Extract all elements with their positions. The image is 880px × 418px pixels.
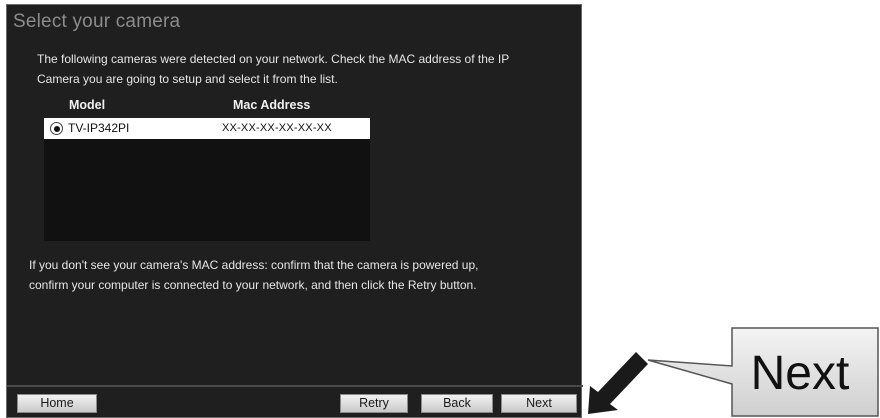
footer-divider: [7, 385, 583, 387]
dialog-title: Select your camera: [13, 11, 181, 32]
home-button[interactable]: Home: [17, 394, 97, 413]
camera-model: TV-IP342PI: [68, 121, 130, 135]
retry-button[interactable]: Retry: [340, 394, 408, 413]
intro-line-2: Camera you are going to setup and select…: [37, 72, 338, 86]
column-header-mac-address: Mac Address: [233, 98, 311, 112]
next-button[interactable]: Next: [501, 394, 577, 413]
camera-mac-address: XX-XX-XX-XX-XX-XX: [222, 122, 332, 134]
camera-list[interactable]: TV-IP342PI XX-XX-XX-XX-XX-XX: [44, 118, 370, 241]
setup-dialog: Select your camera The following cameras…: [6, 4, 583, 418]
intro-line-1: The following cameras were detected on y…: [37, 52, 510, 66]
camera-row[interactable]: TV-IP342PI XX-XX-XX-XX-XX-XX: [44, 118, 370, 139]
note-line-2: confirm your computer is connected to yo…: [29, 278, 477, 292]
retry-instructions: If you don't see your camera's MAC addre…: [29, 255, 579, 295]
column-header-model: Model: [69, 98, 106, 112]
callout-label: Next: [750, 347, 850, 400]
intro-text: The following cameras were detected on y…: [37, 49, 577, 89]
radio-selected-icon[interactable]: [50, 122, 63, 135]
pointer-arrow-icon: [588, 352, 648, 414]
back-button[interactable]: Back: [421, 394, 493, 413]
note-line-1: If you don't see your camera's MAC addre…: [29, 258, 479, 272]
